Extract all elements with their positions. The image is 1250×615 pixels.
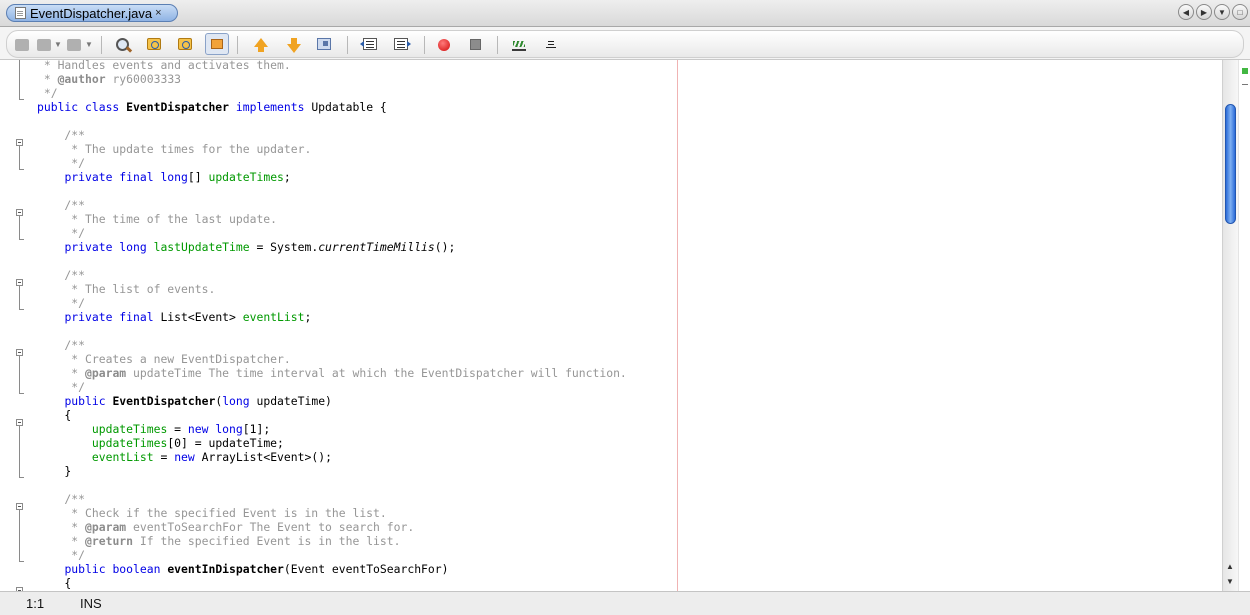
fold-toggle-icon[interactable]	[16, 139, 23, 146]
toolbar-separator	[424, 36, 425, 54]
code-line: * Check if the specified Event is in the…	[37, 506, 387, 520]
toggle-bookmark-icon[interactable]	[317, 38, 331, 50]
shift-line-left-icon[interactable]	[360, 38, 377, 50]
code-line: * The list of events.	[37, 282, 216, 296]
find-next-icon[interactable]	[178, 38, 192, 50]
fold-toggle-icon[interactable]	[16, 349, 23, 356]
code-line: {	[37, 408, 72, 422]
code-line: */	[37, 548, 86, 562]
editor-toolbar: ▼ ▼	[0, 27, 1250, 60]
code-line: eventList = new ArrayList<Event>();	[91, 450, 332, 464]
code-line: public boolean eventInDispatcher(Event e…	[64, 562, 449, 576]
code-line: * @return If the specified Event is in t…	[37, 534, 401, 548]
code-line: * Handles events and activates them.	[37, 60, 291, 72]
tab-event-dispatcher[interactable]: EventDispatcher.java ×	[6, 4, 178, 22]
fold-toggle-icon[interactable]	[16, 503, 23, 510]
scroll-up-icon[interactable]: ▲	[1226, 562, 1234, 571]
toolbar-separator	[347, 36, 348, 54]
no-errors-icon[interactable]	[1242, 68, 1248, 74]
code-line: * @author ry60003333	[37, 72, 182, 86]
scroll-tabs-right-icon[interactable]: ▶	[1196, 4, 1212, 20]
insert-mode-indicator[interactable]: INS	[80, 596, 102, 611]
code-line: * The time of the last update.	[37, 212, 278, 226]
code-line: updateTimes = new long[1];	[91, 422, 271, 436]
editor-tab-bar: EventDispatcher.java × ◀ ▶ ▼ □	[0, 0, 1250, 27]
code-line: updateTimes[0] = updateTime;	[91, 436, 284, 450]
forward-icon[interactable]	[67, 39, 81, 51]
stop-macro-recording-icon[interactable]	[470, 39, 481, 50]
fold-toggle-icon[interactable]	[16, 419, 23, 426]
start-macro-recording-icon[interactable]	[438, 39, 450, 51]
code-line: private final List<Event> eventList;	[64, 310, 312, 324]
scroll-tabs-left-icon[interactable]: ◀	[1178, 4, 1194, 20]
code-line: /**	[37, 128, 86, 142]
code-line: public class EventDispatcher implements …	[37, 100, 387, 114]
back-dropdown-icon[interactable]: ▼	[54, 40, 62, 56]
java-file-icon	[15, 7, 26, 19]
tab-label: EventDispatcher.java	[30, 5, 153, 21]
toolbar-separator	[497, 36, 498, 54]
forward-dropdown-icon[interactable]: ▼	[85, 40, 93, 56]
error-stripe[interactable]	[1238, 60, 1250, 591]
shift-line-right-icon[interactable]	[394, 38, 411, 50]
vertical-scrollbar[interactable]: ▲ ▼	[1222, 60, 1238, 591]
code-line: /**	[37, 198, 86, 212]
code-editor[interactable]: * Handles events and activates them. * @…	[0, 60, 1222, 591]
annotation-mark[interactable]	[1242, 84, 1248, 85]
source-code: * Handles events and activates them. * @…	[37, 60, 627, 590]
previous-bookmark-icon[interactable]	[252, 37, 270, 53]
toolbar-separator	[101, 36, 102, 54]
find-previous-icon[interactable]	[147, 38, 161, 50]
toggle-highlight-search-icon[interactable]	[205, 33, 229, 55]
code-line: * Creates a new EventDispatcher.	[37, 352, 291, 366]
code-line: */	[37, 226, 86, 240]
code-line: private long lastUpdateTime = System.cur…	[64, 240, 456, 254]
code-line: */	[37, 296, 86, 310]
show-opened-documents-icon[interactable]: ▼	[1214, 4, 1230, 20]
code-line: private final long[] updateTimes;	[64, 170, 291, 184]
close-icon[interactable]: ×	[155, 7, 161, 19]
code-line: /**	[37, 268, 86, 282]
fold-toggle-icon[interactable]	[16, 209, 23, 216]
code-line: public EventDispatcher(long updateTime)	[64, 394, 332, 408]
scroll-down-icon[interactable]: ▼	[1226, 577, 1234, 586]
last-edit-icon[interactable]	[15, 39, 29, 51]
fold-gutter	[0, 60, 32, 591]
caret-position: 1:1	[26, 596, 45, 611]
next-bookmark-icon[interactable]	[285, 37, 303, 53]
code-line: * The update times for the updater.	[37, 142, 312, 156]
scrollbar-thumb[interactable]	[1225, 104, 1236, 224]
toolbar-container: ▼ ▼	[6, 30, 1244, 58]
code-line: {	[37, 576, 72, 590]
comment-icon[interactable]	[512, 39, 526, 51]
right-margin-line	[677, 60, 678, 591]
restore-window-icon[interactable]: □	[1232, 4, 1248, 20]
fold-toggle-icon[interactable]	[16, 279, 23, 286]
status-bar: 1:1 INS	[0, 591, 1250, 615]
code-line: * @param updateTime The time interval at…	[37, 366, 627, 380]
code-line: /**	[37, 338, 86, 352]
search-icon[interactable]	[115, 37, 133, 53]
uncomment-icon[interactable]	[544, 39, 558, 51]
back-icon[interactable]	[37, 39, 51, 51]
code-line: */	[37, 86, 58, 100]
code-line: }	[37, 464, 72, 478]
code-line: * @param eventToSearchFor The Event to s…	[37, 520, 415, 534]
code-line: */	[37, 380, 86, 394]
tab-navigation: ◀ ▶ ▼ □	[1176, 4, 1248, 22]
toolbar-separator	[237, 36, 238, 54]
code-line: */	[37, 156, 86, 170]
code-line: /**	[37, 492, 86, 506]
